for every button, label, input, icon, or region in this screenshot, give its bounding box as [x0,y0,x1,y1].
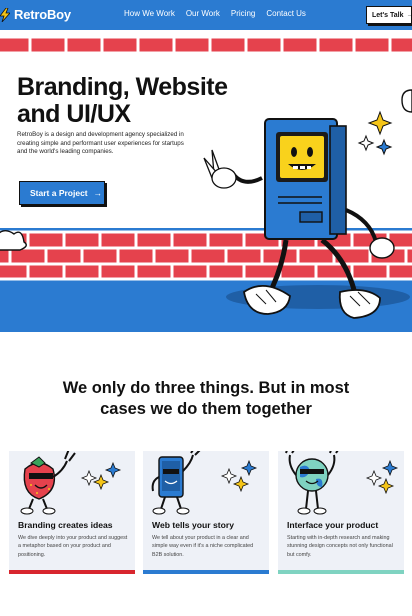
card-description: We tell about your product in a clear an… [152,535,254,558]
nav-our-work[interactable]: Our Work [186,9,220,18]
service-card-web[interactable]: Web tells your story We tell about your … [143,451,269,574]
strawberry-mascot-icon [20,451,122,515]
logo-text: RetroBoy [14,7,71,22]
hero-description: RetroBoy is a design and development age… [17,131,184,156]
start-project-button[interactable]: Start a Project → [19,181,105,205]
card-title: Web tells your story [152,520,234,530]
sparkle-icon [357,110,393,156]
card-description: Starting with in-depth research and maki… [287,535,393,558]
logo[interactable]: RetroBoy [0,7,71,22]
nav-contact-us[interactable]: Contact Us [266,9,306,18]
nav-pricing[interactable]: Pricing [231,9,255,18]
nav-how-we-work[interactable]: How We Work [124,9,175,18]
arrow-right-icon: → [93,188,103,198]
retro-computer-mascot [203,89,412,319]
card-title: Branding creates ideas [18,520,113,530]
main-nav: How We Work Our Work Pricing Contact Us [124,9,306,18]
card-accent-bar [278,570,404,574]
lets-talk-label: Let's Talk [372,11,404,19]
arrow-right-icon: → [406,11,412,19]
card-accent-bar [9,570,135,574]
services-cards: Branding creates ideas We dive deeply in… [0,451,412,576]
start-project-label: Start a Project [30,188,88,198]
lets-talk-button[interactable]: Let's Talk → [366,6,412,24]
service-card-interface[interactable]: Interface your product Starting with in-… [278,451,404,574]
globe-mascot-icon [285,451,399,515]
phone-mascot-icon [151,451,258,515]
card-description: We dive deeply into your product and sug… [18,535,128,558]
top-navbar: RetroBoy How We Work Our Work Pricing Co… [0,0,412,30]
service-card-branding[interactable]: Branding creates ideas We dive deeply in… [9,451,135,574]
card-title: Interface your product [287,520,379,530]
logo-bolt-icon [0,7,10,22]
card-accent-bar [143,570,269,574]
section-title: We only do three things. But in most cas… [62,379,350,418]
hero-section: Branding, Website and UI/UX RetroBoy is … [0,30,412,332]
